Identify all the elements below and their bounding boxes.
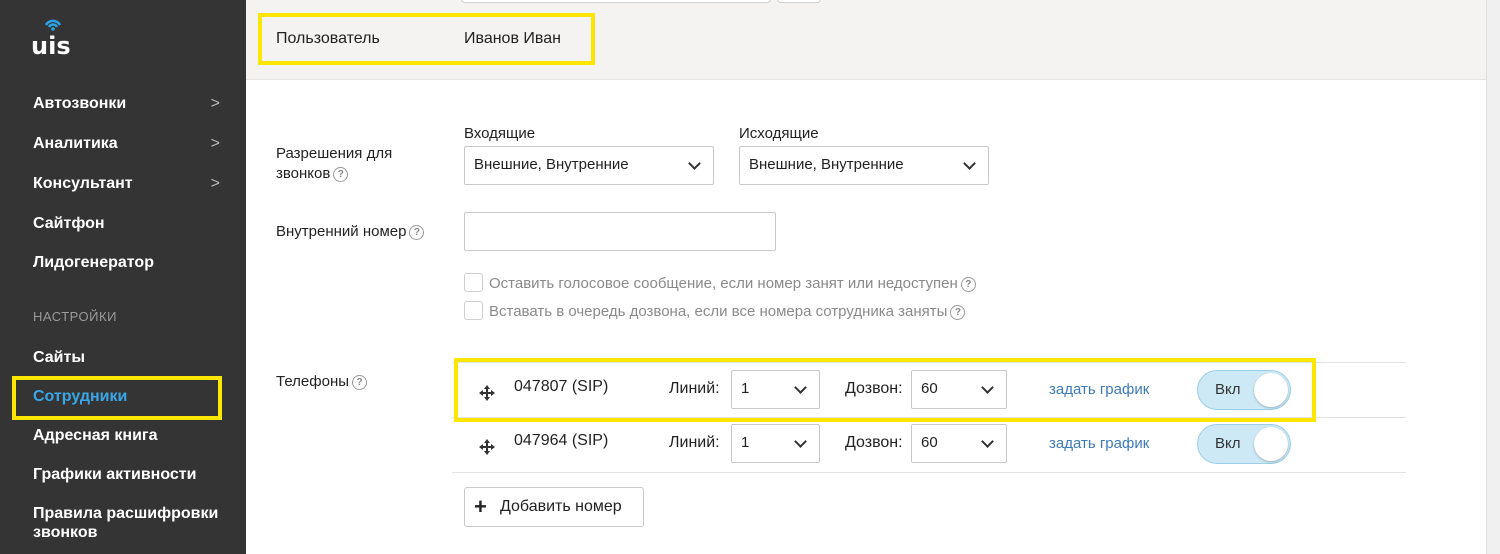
- sidebar-item-analytics[interactable]: Аналитика >: [33, 134, 223, 154]
- set-schedule-link[interactable]: задать график: [1049, 435, 1149, 452]
- help-icon[interactable]: ?: [950, 305, 966, 320]
- main-content: Пользователь Иванов Иван Разрешения для …: [246, 0, 1500, 554]
- outgoing-select[interactable]: Внешние, Внутренние: [739, 146, 989, 185]
- sidebar-item-autocalls[interactable]: Автозвонки >: [33, 94, 223, 114]
- scrollbar[interactable]: [1486, 0, 1500, 554]
- chevron-down-icon: [981, 435, 994, 448]
- sidebar: uis Автозвонки > Аналитика > Консультант…: [0, 0, 246, 554]
- highlight-frame: [454, 358, 1316, 422]
- chevron-down-icon: [688, 157, 701, 170]
- permissions-label: Разрешения для звонков?: [276, 145, 393, 182]
- sidebar-item-leadgen[interactable]: Лидогенератор: [33, 253, 223, 273]
- lines-select[interactable]: 1: [731, 424, 820, 463]
- incoming-select[interactable]: Внешние, Внутренние: [464, 146, 714, 185]
- incoming-label: Входящие: [464, 125, 536, 142]
- sidebar-item-consultant[interactable]: Консультант >: [33, 174, 223, 194]
- sidebar-item-address-book[interactable]: Адресная книга: [33, 426, 223, 446]
- phone-row: 047964 (SIP) Линий: 1 Дозвон: 60 задать …: [452, 416, 1406, 472]
- dial-select[interactable]: 60: [911, 424, 1007, 463]
- add-number-button[interactable]: + Добавить номер: [464, 487, 644, 527]
- help-icon[interactable]: ?: [960, 277, 976, 292]
- sidebar-item-activity-schedules[interactable]: Графики активности: [33, 465, 223, 485]
- svg-text:uis: uis: [31, 32, 71, 58]
- phone-number: 047964 (SIP): [514, 432, 609, 449]
- help-icon[interactable]: ?: [409, 225, 425, 240]
- chevron-down-icon: [963, 157, 976, 170]
- sidebar-item-sites[interactable]: Сайты: [33, 348, 223, 368]
- dial-label: Дозвон:: [845, 434, 903, 451]
- divider: [452, 472, 1406, 473]
- top-select[interactable]: [461, 0, 771, 3]
- voicemail-checkbox[interactable]: [464, 273, 483, 292]
- internal-number-label: Внутренний номер?: [276, 222, 425, 242]
- help-icon[interactable]: ?: [352, 375, 368, 390]
- plus-icon: +: [474, 494, 487, 519]
- internal-number-input[interactable]: [464, 212, 776, 251]
- highlight-frame: [12, 376, 222, 420]
- help-icon[interactable]: ?: [333, 167, 349, 182]
- queue-checkbox[interactable]: [464, 301, 483, 320]
- chevron-right-icon: >: [210, 95, 220, 112]
- user-label: Пользователь: [276, 30, 380, 47]
- sidebar-item-call-transcription-rules[interactable]: Правила расшифровки звонков: [33, 504, 223, 542]
- uis-logo[interactable]: uis: [28, 16, 78, 58]
- phones-label: Телефоны?: [276, 372, 368, 392]
- lines-label: Линий:: [669, 434, 720, 451]
- sidebar-item-sitephone[interactable]: Сайтфон: [33, 214, 223, 234]
- chevron-right-icon: >: [210, 135, 220, 152]
- top-button[interactable]: [777, 0, 821, 3]
- drag-handle-icon[interactable]: [478, 438, 496, 456]
- header-band: Пользователь Иванов Иван: [246, 0, 1486, 80]
- user-value: Иванов Иван: [464, 30, 561, 47]
- voicemail-option[interactable]: Оставить голосовое сообщение, если номер…: [464, 273, 976, 292]
- chevron-down-icon: [794, 435, 807, 448]
- settings-section-title: НАСТРОЙКИ: [33, 309, 117, 324]
- phone-enabled-toggle[interactable]: Вкл: [1197, 424, 1291, 464]
- outgoing-label: Исходящие: [739, 125, 819, 142]
- chevron-right-icon: >: [210, 175, 220, 192]
- queue-option[interactable]: Вставать в очередь дозвона, если все ном…: [464, 301, 966, 320]
- toggle-knob: [1254, 427, 1288, 461]
